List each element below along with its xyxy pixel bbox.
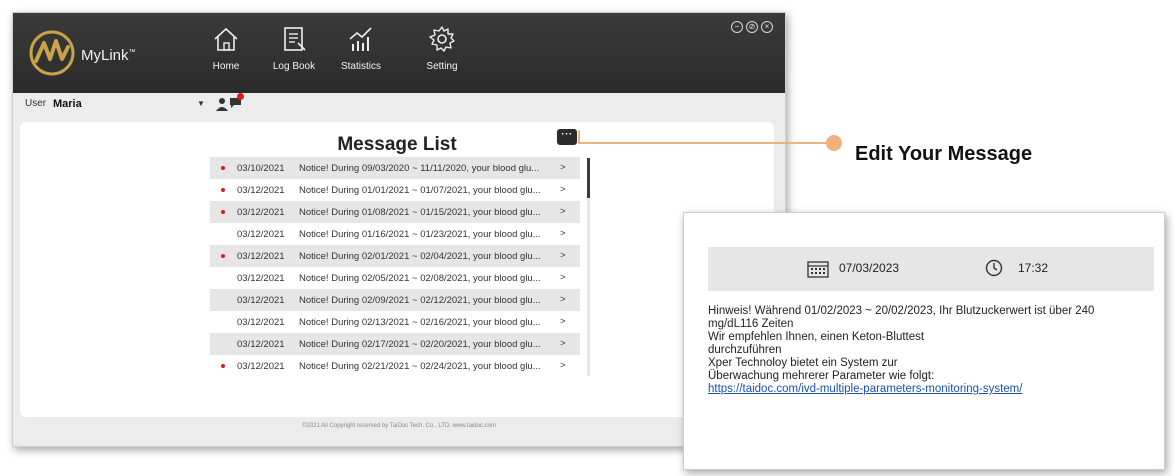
callout-dot xyxy=(826,135,842,151)
chevron-right-icon[interactable]: > xyxy=(560,272,566,283)
nav-home-label: Home xyxy=(212,61,240,72)
nav-log-book[interactable]: Log Book xyxy=(259,25,329,72)
message-row-text: Notice! During 01/01/2021 ~ 01/07/2021, … xyxy=(299,185,541,196)
chevron-right-icon[interactable]: > xyxy=(560,360,566,371)
app-name-text: MyLink xyxy=(81,47,129,64)
message-row-text: Notice! During 02/21/2021 ~ 02/24/2021, … xyxy=(299,361,541,372)
trademark-symbol: ™ xyxy=(128,49,136,56)
nav-statistics[interactable]: Statistics xyxy=(326,25,396,72)
nav-log-book-label: Log Book xyxy=(272,61,316,72)
chevron-right-icon[interactable]: > xyxy=(560,162,566,173)
chevron-right-icon[interactable]: > xyxy=(560,206,566,217)
chevron-right-icon[interactable]: > xyxy=(560,294,566,305)
message-row[interactable]: 03/12/2021 Notice! During 01/16/2021 ~ 01… xyxy=(210,223,580,245)
chevron-right-icon[interactable]: > xyxy=(560,338,566,349)
unread-dot-icon xyxy=(221,188,225,192)
nav-setting-label: Setting xyxy=(426,61,458,72)
statistics-icon xyxy=(349,27,372,51)
message-row-text: Notice! During 09/03/2020 ~ 11/11/2020, … xyxy=(299,163,540,174)
message-row-text: Notice! During 02/17/2021 ~ 02/20/2021, … xyxy=(299,339,541,350)
message-row-date: 03/12/2021 xyxy=(237,273,285,284)
message-row[interactable]: 03/12/2021 Notice! During 02/17/2021 ~ 02… xyxy=(210,333,580,355)
message-row-text: Notice! During 02/01/2021 ~ 02/04/2021, … xyxy=(299,251,541,262)
copyright-footer: ©2021 All Copyright reserved by TaiDoc T… xyxy=(302,423,496,429)
scrollbar[interactable] xyxy=(587,158,590,376)
user-select[interactable]: Maria xyxy=(53,98,82,110)
message-row-text: Notice! During 02/09/2021 ~ 02/12/2021, … xyxy=(299,295,541,306)
logbook-icon xyxy=(284,27,306,51)
message-time: 17:32 xyxy=(1018,261,1049,275)
message-row[interactable]: 03/12/2021 Notice! During 01/01/2021 ~ 01… xyxy=(210,179,580,201)
message-row-date: 03/12/2021 xyxy=(237,229,285,240)
message-line: Wir empfehlen Ihnen, einen Keton-Bluttes… xyxy=(708,331,925,343)
callout-line xyxy=(578,142,834,144)
page-title: Message List xyxy=(337,134,457,155)
home-icon xyxy=(214,27,238,51)
message-link[interactable]: https://taidoc.com/ivd-multiple-paramete… xyxy=(708,383,1148,396)
chevron-right-icon[interactable]: > xyxy=(560,316,566,327)
edit-message-button[interactable]: ··· xyxy=(557,129,577,145)
message-line: Hinweis! Während 01/02/2023 ~ 20/02/2023… xyxy=(708,305,1095,317)
message-row[interactable]: 03/10/2021 Notice! During 09/03/2020 ~ 11… xyxy=(210,157,580,179)
message-row-date: 03/12/2021 xyxy=(237,185,285,196)
message-row[interactable]: 03/12/2021 Notice! During 02/05/2021 ~ 02… xyxy=(210,267,580,289)
message-row[interactable]: 03/12/2021 Notice! During 02/13/2021 ~ 02… xyxy=(210,311,580,333)
unread-dot-icon xyxy=(221,210,225,214)
message-row-date: 03/12/2021 xyxy=(237,207,285,218)
window-controls: − ⊘ × xyxy=(731,21,773,33)
message-row-date: 03/12/2021 xyxy=(237,251,285,262)
message-row-date: 03/12/2021 xyxy=(237,361,285,372)
message-row[interactable]: 03/12/2021 Notice! During 01/08/2021 ~ 01… xyxy=(210,201,580,223)
nav-statistics-label: Statistics xyxy=(340,61,381,72)
message-line: Überwachung mehrerer Parameter wie folgt… xyxy=(708,370,935,382)
restore-button[interactable]: ⊘ xyxy=(746,21,758,33)
chevron-right-icon[interactable]: > xyxy=(560,250,566,261)
calendar-icon xyxy=(807,261,829,278)
app-name: MyLink™ xyxy=(81,47,136,64)
message-line: Xper Technoloy bietet ein System zur xyxy=(708,357,898,369)
user-bar: User Maria ▼ xyxy=(13,93,785,117)
message-datetime-bar: 07/03/2023 17:32 xyxy=(708,247,1154,291)
unread-dot-icon xyxy=(221,166,225,170)
message-date: 07/03/2023 xyxy=(839,261,900,275)
message-row-date: 03/12/2021 xyxy=(237,317,285,328)
unread-dot-icon xyxy=(221,254,225,258)
clock-icon xyxy=(985,259,1003,277)
mylink-app-window: MyLink™ Home Log Book Statistics Setting… xyxy=(12,12,786,447)
message-list: 03/10/2021 Notice! During 09/03/2020 ~ 11… xyxy=(210,157,580,377)
mylink-logo-icon xyxy=(29,30,75,76)
person-icon[interactable] xyxy=(216,97,228,111)
gear-icon xyxy=(429,26,455,52)
message-row-date: 03/12/2021 xyxy=(237,339,285,350)
message-detail-panel: 07/03/2023 17:32 Hinweis! Während 01/02/… xyxy=(683,212,1165,470)
message-row-text: Notice! During 01/08/2021 ~ 01/15/2021, … xyxy=(299,207,541,218)
chevron-down-icon[interactable]: ▼ xyxy=(197,99,205,108)
message-row[interactable]: 03/12/2021 Notice! During 02/21/2021 ~ 02… xyxy=(210,355,580,377)
message-row-date: 03/10/2021 xyxy=(237,163,285,174)
minimize-button[interactable]: − xyxy=(731,21,743,33)
message-body: Hinweis! Während 01/02/2023 ~ 20/02/2023… xyxy=(708,305,1148,396)
notification-badge xyxy=(237,93,244,100)
user-label: User xyxy=(25,98,47,109)
message-row-date: 03/12/2021 xyxy=(237,295,285,306)
chevron-right-icon[interactable]: > xyxy=(560,184,566,195)
message-line: mg/dL116 Zeiten xyxy=(708,318,794,330)
app-header: MyLink™ Home Log Book Statistics Setting… xyxy=(13,13,785,93)
chevron-right-icon[interactable]: > xyxy=(560,228,566,239)
message-row[interactable]: 03/12/2021 Notice! During 02/01/2021 ~ 02… xyxy=(210,245,580,267)
message-panel: Message List ··· 03/10/2021 Notice! Durin… xyxy=(20,122,774,417)
callout-label: Edit Your Message xyxy=(855,143,1033,165)
message-row-text: Notice! During 01/16/2021 ~ 01/23/2021, … xyxy=(299,229,541,240)
unread-dot-icon xyxy=(221,364,225,368)
message-row[interactable]: 03/12/2021 Notice! During 02/09/2021 ~ 02… xyxy=(210,289,580,311)
message-row-text: Notice! During 02/13/2021 ~ 02/16/2021, … xyxy=(299,317,541,328)
message-line: durchzuführen xyxy=(708,344,782,356)
close-button[interactable]: × xyxy=(761,21,773,33)
scroll-thumb[interactable] xyxy=(587,158,590,198)
message-row-text: Notice! During 02/05/2021 ~ 02/08/2021, … xyxy=(299,273,541,284)
nav-home[interactable]: Home xyxy=(191,25,261,72)
nav-setting[interactable]: Setting xyxy=(407,25,477,72)
